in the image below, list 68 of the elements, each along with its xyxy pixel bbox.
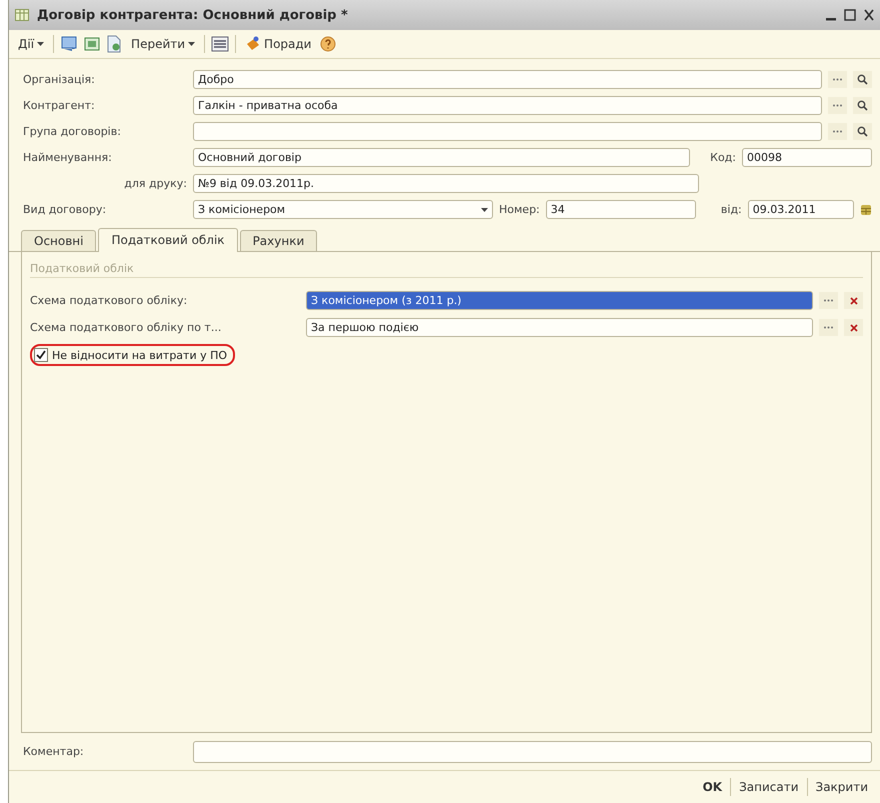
clear-button[interactable] — [844, 319, 863, 336]
clear-icon — [850, 324, 858, 332]
goto-menu[interactable]: Перейти — [128, 35, 198, 53]
lookup-field[interactable]: Галкін - приватна особа — [193, 96, 822, 115]
clear-icon — [850, 296, 858, 304]
field-label: Код: — [709, 151, 736, 164]
search-button[interactable] — [853, 71, 872, 88]
search-icon — [857, 100, 868, 111]
lookup-field[interactable] — [193, 122, 822, 141]
table-icon — [15, 9, 29, 21]
browse-button[interactable] — [828, 97, 847, 114]
number-field[interactable]: 34 — [546, 200, 696, 219]
tips-button[interactable]: Поради — [242, 34, 314, 54]
browse-button[interactable] — [819, 292, 838, 309]
date-field[interactable]: 09.03.2011 — [748, 200, 854, 219]
search-button[interactable] — [853, 123, 872, 140]
document-icon[interactable] — [106, 35, 122, 53]
dropdown-field[interactable]: За першою подією — [306, 318, 813, 337]
search-icon — [857, 126, 868, 137]
field-label: Вид договору: — [23, 203, 108, 216]
caret-icon — [188, 42, 196, 46]
tab[interactable]: Рахунки — [240, 230, 318, 251]
group-title: Податковий облік — [30, 262, 863, 278]
field-label: Схема податкового обліку по т... — [30, 321, 222, 334]
text-field[interactable]: №9 від 09.03.2011р. — [193, 174, 699, 193]
dropdown-field[interactable]: З комісіонером (з 2011 р.) — [306, 291, 813, 310]
browse-button[interactable] — [828, 71, 847, 88]
field-label: для друку: — [123, 177, 187, 190]
list-icon[interactable] — [211, 36, 230, 52]
field-label: Номер: — [499, 203, 540, 216]
search-icon — [857, 74, 868, 85]
ellipsis-icon — [824, 326, 833, 329]
maximize-icon[interactable] — [844, 9, 856, 21]
code-field[interactable]: 00098 — [742, 148, 872, 167]
dropdown-field[interactable]: З комісіонером — [193, 200, 493, 219]
window-icon[interactable] — [84, 36, 100, 52]
window-title: Договір контрагента: Основний договір * — [37, 8, 349, 22]
caret-icon — [481, 208, 488, 212]
ellipsis-icon — [833, 78, 842, 81]
calendar-icon[interactable] — [860, 204, 872, 216]
browse-button[interactable] — [828, 123, 847, 140]
checkbox-label: Не відносити на витрати у ПО — [52, 348, 228, 362]
lookup-field[interactable]: Добро — [193, 70, 822, 89]
ellipsis-icon — [824, 299, 833, 302]
browse-button[interactable] — [819, 319, 838, 336]
field-label: Коментар: — [23, 745, 85, 758]
dialog-button[interactable]: Записати — [730, 778, 806, 796]
comment-field[interactable] — [193, 740, 872, 762]
help-icon[interactable] — [320, 36, 336, 52]
field-label: Група договорів: — [23, 125, 122, 138]
field-label: Контрагент: — [23, 99, 96, 112]
dialog-button[interactable]: OK — [694, 778, 730, 796]
actions-menu[interactable]: Дії — [15, 35, 48, 53]
caret-icon — [37, 42, 44, 46]
text-field[interactable]: Основний договір — [193, 148, 690, 167]
tab[interactable]: Основні — [21, 230, 96, 251]
dialog-button[interactable]: Закрити — [806, 778, 876, 796]
field-label: від: — [720, 203, 742, 216]
tab[interactable]: Податковий облік — [98, 228, 238, 252]
clear-button[interactable] — [844, 292, 863, 309]
checkbox[interactable] — [34, 348, 48, 362]
ellipsis-icon — [833, 104, 842, 107]
search-button[interactable] — [853, 97, 872, 114]
field-label: Найменування: — [23, 151, 113, 164]
field-label: Схема податкового обліку: — [30, 294, 188, 307]
field-label: Організація: — [23, 73, 96, 86]
ellipsis-icon — [833, 130, 842, 133]
close-icon[interactable] — [864, 9, 874, 21]
